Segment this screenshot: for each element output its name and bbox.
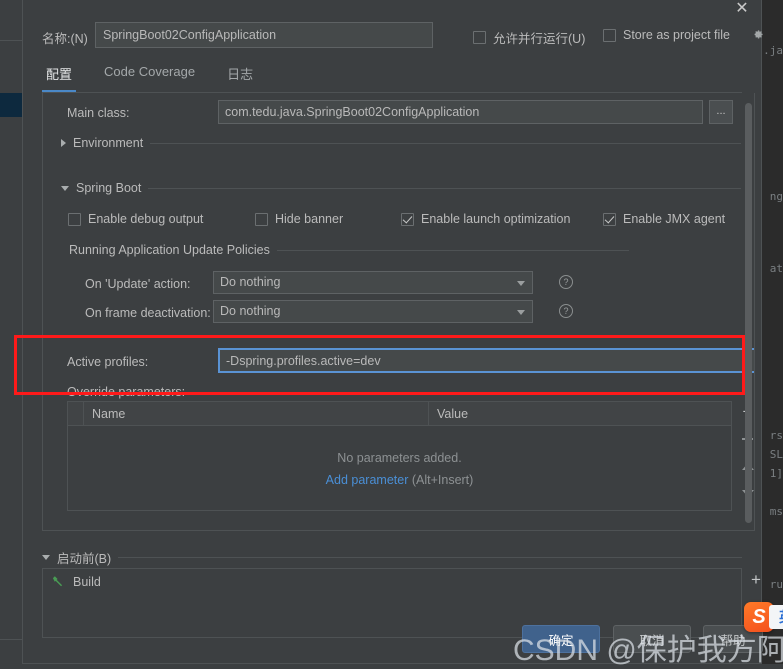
name-input[interactable] <box>95 22 433 48</box>
enable-debug-output-checkbox[interactable]: Enable debug output <box>68 212 203 226</box>
tab-logs[interactable]: 日志 <box>223 62 257 92</box>
on-update-action-select[interactable]: Do nothing <box>213 271 533 294</box>
table-header-row: Name Value <box>68 402 731 426</box>
on-frame-deactivation-label: On frame deactivation: <box>85 306 211 320</box>
chevron-down-icon <box>61 185 69 191</box>
ime-mode-indicator[interactable]: 英 <box>769 605 783 629</box>
help-icon[interactable]: ? <box>559 304 573 318</box>
list-item[interactable]: Build <box>43 569 741 595</box>
checkbox-box <box>473 31 486 44</box>
tab-bar: 配置 Code Coverage 日志 <box>42 62 257 92</box>
store-as-project-file-label: Store as project file <box>623 28 730 42</box>
checkbox-box <box>68 212 81 226</box>
hide-banner-checkbox[interactable]: Hide banner <box>255 212 343 226</box>
spring-boot-group-header[interactable]: Spring Boot <box>61 181 741 195</box>
chevron-right-icon <box>61 139 66 147</box>
allow-parallel-run-label: 允许并行运行(U) <box>493 32 586 46</box>
environment-group-header[interactable]: Environment <box>61 136 741 150</box>
tab-code-coverage[interactable]: Code Coverage <box>100 62 199 92</box>
group-divider <box>150 142 741 144</box>
ide-selected-row <box>0 93 22 117</box>
checkbox-box <box>401 212 414 226</box>
run-configuration-dialog: ✕ 名称:(N) 允许并行运行(U) Store as project file… <box>22 0 765 664</box>
on-update-action-label: On 'Update' action: <box>85 277 191 291</box>
chevron-down-icon <box>517 281 525 286</box>
active-profiles-label: Active profiles: <box>67 355 149 369</box>
before-launch-group-header[interactable]: 启动前(B) <box>42 548 742 567</box>
enable-jmx-agent-checkbox[interactable]: Enable JMX agent <box>603 212 725 226</box>
cancel-button[interactable]: 取消 <box>613 625 691 653</box>
bg-code-fragment: .ja <box>763 44 783 57</box>
bg-code-fragment: ms <box>769 505 783 518</box>
tab-configuration[interactable]: 配置 <box>42 62 77 92</box>
empty-state-text: No parameters added. <box>337 450 462 465</box>
on-frame-deactivation-select[interactable]: Do nothing <box>213 300 533 323</box>
update-policies-group-header: Running Application Update Policies <box>69 243 629 257</box>
enable-debug-output-label: Enable debug output <box>88 212 204 226</box>
store-as-project-file-checkbox[interactable]: Store as project file <box>603 28 730 42</box>
checkbox-box <box>255 212 268 226</box>
bg-code-fragment: SL <box>769 448 783 461</box>
close-icon[interactable]: ✕ <box>729 0 755 22</box>
bg-code-fragment: ru <box>769 578 783 591</box>
bg-code-fragment: rs <box>769 429 783 442</box>
checkbox-box <box>603 212 616 226</box>
main-class-input[interactable] <box>218 100 703 124</box>
configuration-panel: Main class: ... Environment Spring Boot … <box>42 93 755 531</box>
on-update-action-value: Do nothing <box>220 275 281 289</box>
panel-scrollbar[interactable] <box>745 103 752 523</box>
checkbox-box <box>603 28 616 42</box>
allow-parallel-run-checkbox[interactable]: 允许并行运行(U) <box>473 28 585 47</box>
group-divider <box>148 187 741 189</box>
sogou-ime-bar[interactable]: S 英 <box>744 600 783 634</box>
table-gutter <box>68 402 84 425</box>
dialog-footer: 确定 取消 帮助 <box>23 625 763 657</box>
on-frame-deactivation-value: Do nothing <box>220 304 281 318</box>
gear-icon[interactable] <box>750 27 765 42</box>
build-task-label: Build <box>73 575 101 589</box>
enable-launch-optimization-label: Enable launch optimization <box>421 212 571 226</box>
column-header-name[interactable]: Name <box>84 402 429 425</box>
table-empty-state: No parameters added. Add parameter (Alt+… <box>68 426 731 511</box>
plus-icon[interactable]: + <box>746 571 766 589</box>
add-parameter-link[interactable]: Add parameter <box>326 473 409 487</box>
bg-code-fragment: at <box>769 262 783 275</box>
chevron-down-icon <box>517 310 525 315</box>
column-header-value[interactable]: Value <box>429 402 731 425</box>
ok-button[interactable]: 确定 <box>522 625 600 653</box>
hide-banner-label: Hide banner <box>275 212 344 226</box>
before-launch-label: 启动前(B) <box>57 552 112 566</box>
spring-boot-group-label: Spring Boot <box>76 181 142 195</box>
override-parameters-label: Override parameters: <box>67 385 186 399</box>
name-label: 名称:(N) <box>42 32 88 46</box>
add-parameter-shortcut: (Alt+Insert) <box>411 472 474 487</box>
hammer-icon <box>52 576 63 587</box>
active-profiles-input[interactable] <box>218 348 754 373</box>
override-parameters-table: Name Value No parameters added. Add para… <box>67 401 732 511</box>
enable-launch-optimization-checkbox[interactable]: Enable launch optimization <box>401 212 570 226</box>
empty-state-action: Add parameter (Alt+Insert) <box>326 473 474 487</box>
group-divider <box>276 249 629 251</box>
group-divider <box>118 557 742 558</box>
help-icon[interactable]: ? <box>559 275 573 289</box>
main-class-label: Main class: <box>67 106 130 120</box>
chevron-down-icon <box>42 555 50 560</box>
enable-jmx-agent-label: Enable JMX agent <box>623 212 726 226</box>
bg-code-fragment: 1] <box>769 467 783 480</box>
bg-code-fragment: ng <box>769 190 783 203</box>
environment-group-label: Environment <box>73 136 144 150</box>
main-class-browse-button[interactable]: ... <box>709 100 733 124</box>
update-policies-label: Running Application Update Policies <box>69 243 270 257</box>
